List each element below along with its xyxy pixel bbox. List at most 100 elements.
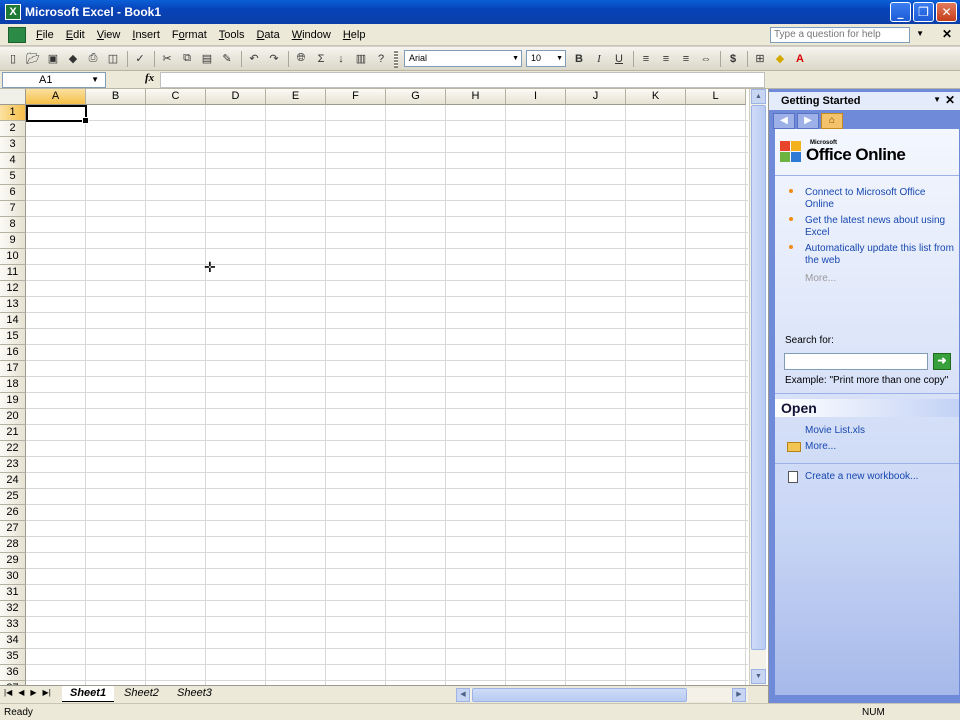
next-sheet-icon[interactable]: ▶ [30, 688, 36, 697]
column-header-d[interactable]: D [206, 89, 266, 105]
row-header-11[interactable]: 11 [0, 265, 26, 281]
link-auto-update[interactable]: Automatically update this list from the … [805, 243, 955, 267]
close-button[interactable]: ✕ [936, 2, 957, 22]
row-header-9[interactable]: 9 [0, 233, 26, 249]
vertical-scroll-thumb[interactable] [751, 105, 766, 650]
row-header-12[interactable]: 12 [0, 281, 26, 297]
scroll-up-icon[interactable]: ▲ [751, 89, 766, 104]
menu-item-help[interactable]: Help [337, 29, 372, 41]
back-icon[interactable]: ◀ [773, 113, 795, 129]
fill-color-icon[interactable]: ◆ [771, 50, 789, 68]
ask-question-input[interactable]: Type a question for help [770, 27, 910, 43]
row-header-29[interactable]: 29 [0, 553, 26, 569]
row-header-7[interactable]: 7 [0, 201, 26, 217]
row-header-30[interactable]: 30 [0, 569, 26, 585]
formula-input[interactable] [160, 72, 765, 88]
scroll-down-icon[interactable]: ▼ [751, 669, 766, 684]
name-box[interactable]: A1 ▼ [2, 72, 106, 88]
undo-icon[interactable]: ↶ [245, 50, 263, 68]
copy-icon[interactable]: ⧉ [178, 50, 196, 68]
paste-icon[interactable]: ▤ [198, 50, 216, 68]
row-header-35[interactable]: 35 [0, 649, 26, 665]
column-header-j[interactable]: J [566, 89, 626, 105]
last-sheet-icon[interactable]: ▶| [43, 688, 51, 697]
scroll-right-icon[interactable]: ▶ [732, 688, 746, 702]
row-header-8[interactable]: 8 [0, 217, 26, 233]
currency-button[interactable]: $ [724, 50, 742, 68]
menu-item-data[interactable]: Data [250, 29, 285, 41]
row-header-6[interactable]: 6 [0, 185, 26, 201]
toolbar-grip[interactable] [394, 49, 398, 68]
column-header-a[interactable]: A [26, 89, 86, 105]
column-header-g[interactable]: G [386, 89, 446, 105]
vertical-scrollbar[interactable]: ▲ ▼ [749, 89, 766, 685]
bold-button[interactable]: B [570, 50, 588, 68]
row-header-24[interactable]: 24 [0, 473, 26, 489]
open-more-link[interactable]: More... [805, 441, 836, 452]
home-icon[interactable]: ⌂ [821, 113, 843, 129]
align-left-icon[interactable]: ≡ [637, 50, 655, 68]
row-header-31[interactable]: 31 [0, 585, 26, 601]
row-header-26[interactable]: 26 [0, 505, 26, 521]
menu-item-window[interactable]: Window [286, 29, 337, 41]
menu-item-view[interactable]: View [91, 29, 127, 41]
column-header-h[interactable]: H [446, 89, 506, 105]
prev-sheet-icon[interactable]: ◀ [18, 688, 24, 697]
minimize-button[interactable]: _ [890, 2, 911, 22]
row-header-33[interactable]: 33 [0, 617, 26, 633]
chevron-down-icon[interactable]: ▼ [91, 73, 99, 87]
row-header-13[interactable]: 13 [0, 297, 26, 313]
underline-button[interactable]: U [610, 50, 628, 68]
row-header-15[interactable]: 15 [0, 329, 26, 345]
row-header-28[interactable]: 28 [0, 537, 26, 553]
menu-item-edit[interactable]: Edit [60, 29, 91, 41]
go-arrow-icon[interactable]: ➜ [933, 353, 951, 370]
open-icon[interactable]: 📂︎ [24, 50, 42, 68]
horizontal-scroll-thumb[interactable] [472, 688, 687, 702]
merge-center-icon[interactable]: ⇔ [697, 50, 715, 68]
redo-icon[interactable]: ↷ [265, 50, 283, 68]
row-header-14[interactable]: 14 [0, 313, 26, 329]
create-workbook-link[interactable]: Create a new workbook... [805, 471, 918, 482]
select-all-corner[interactable] [0, 89, 26, 105]
row-header-32[interactable]: 32 [0, 601, 26, 617]
row-header-27[interactable]: 27 [0, 521, 26, 537]
new-icon[interactable]: ▯ [4, 50, 22, 68]
row-header-10[interactable]: 10 [0, 249, 26, 265]
print-icon[interactable]: ⎙ [84, 50, 102, 68]
column-header-i[interactable]: I [506, 89, 566, 105]
permission-icon[interactable]: ◆ [64, 50, 82, 68]
task-pane-title[interactable]: Getting Started [781, 95, 860, 107]
font-name-select[interactable]: Arial ▼ [404, 50, 522, 67]
hyperlink-icon[interactable]: 🌐︎ [292, 50, 310, 68]
row-header-20[interactable]: 20 [0, 409, 26, 425]
font-size-select[interactable]: 10 ▼ [526, 50, 566, 67]
sheet-tab-2[interactable]: Sheet2 [116, 686, 167, 702]
format-painter-icon[interactable]: ✎ [218, 50, 236, 68]
close-icon[interactable]: ✕ [945, 93, 955, 107]
chart-wizard-icon[interactable]: ▥ [352, 50, 370, 68]
menu-item-insert[interactable]: Insert [126, 29, 166, 41]
workbook-icon[interactable] [8, 26, 26, 43]
spelling-icon[interactable]: ✓ [131, 50, 149, 68]
menu-item-tools[interactable]: Tools [213, 29, 251, 41]
forward-icon[interactable]: ▶ [797, 113, 819, 129]
row-header-23[interactable]: 23 [0, 457, 26, 473]
row-header-4[interactable]: 4 [0, 153, 26, 169]
column-header-f[interactable]: F [326, 89, 386, 105]
row-header-1[interactable]: 1 [0, 105, 26, 121]
borders-icon[interactable]: ⊞ [751, 50, 769, 68]
sheet-tab-1[interactable]: Sheet1 [62, 686, 115, 702]
excel-app-icon[interactable]: X [5, 4, 21, 20]
align-right-icon[interactable]: ≡ [677, 50, 695, 68]
recent-file-link[interactable]: Movie List.xls [805, 425, 865, 436]
scroll-left-icon[interactable]: ◀ [456, 688, 470, 702]
column-header-e[interactable]: E [266, 89, 326, 105]
column-header-l[interactable]: L [686, 89, 746, 105]
column-header-k[interactable]: K [626, 89, 686, 105]
menu-item-file[interactable]: File [30, 29, 60, 41]
row-header-3[interactable]: 3 [0, 137, 26, 153]
cell-grid[interactable] [26, 105, 748, 685]
sort-ascending-icon[interactable]: ↓ [332, 50, 350, 68]
font-color-icon[interactable]: A [791, 50, 809, 68]
